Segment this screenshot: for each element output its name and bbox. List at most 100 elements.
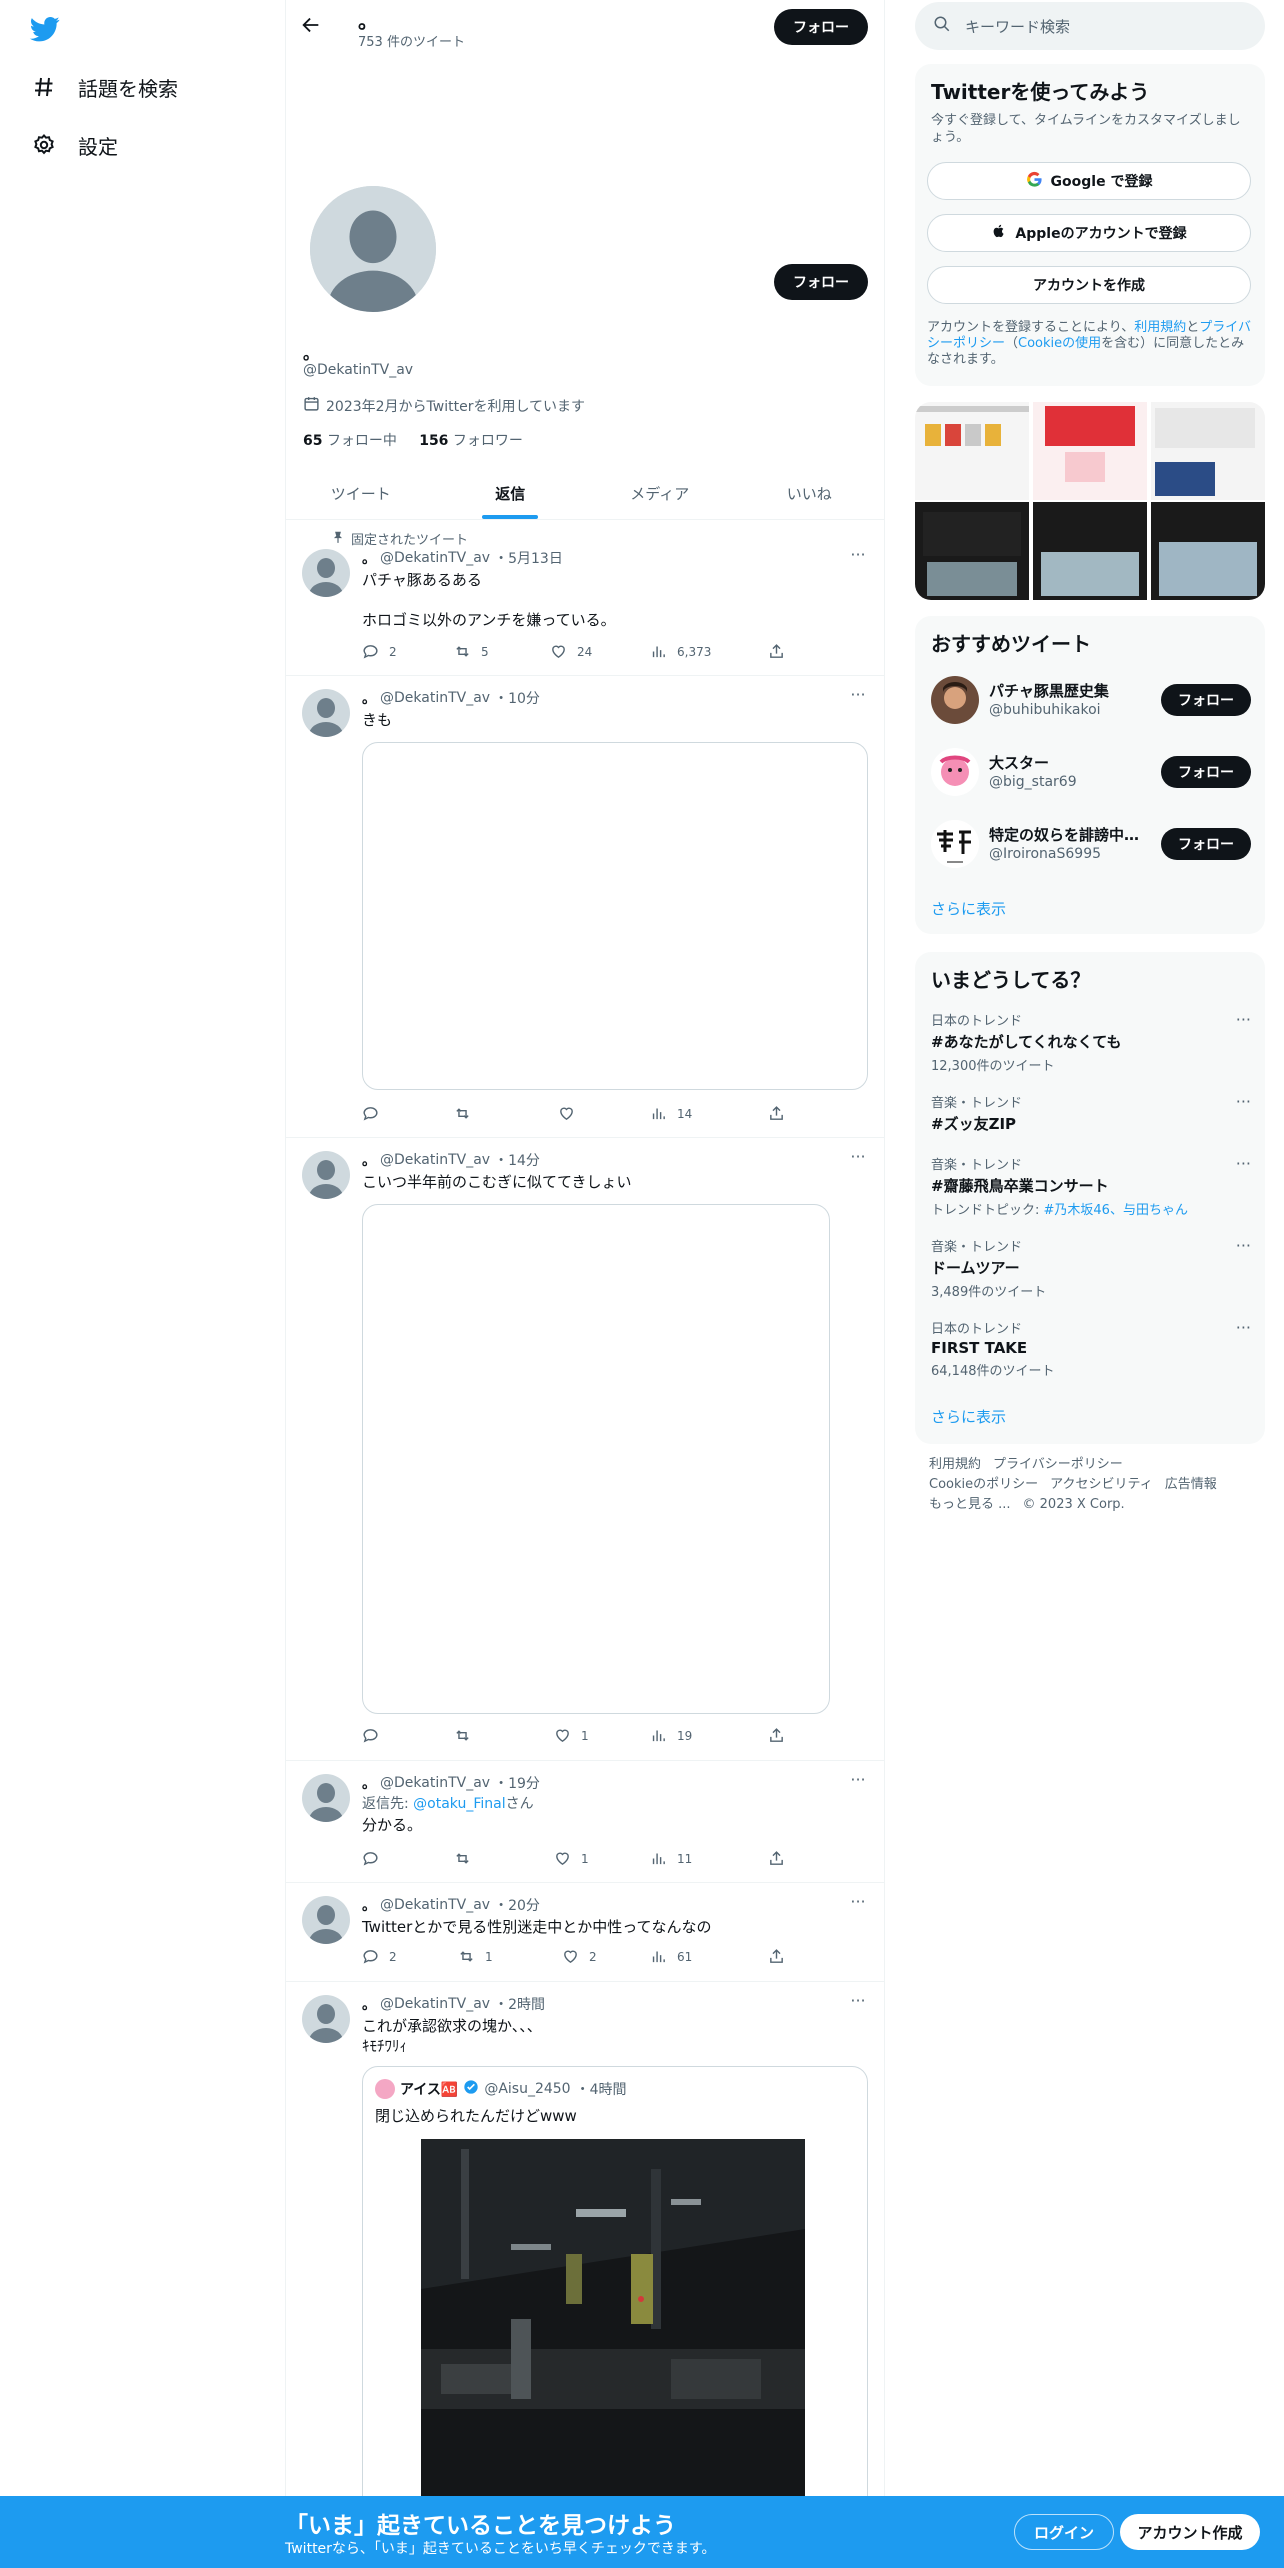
tab-media[interactable]: メディア [585,468,735,519]
tweet-avatar[interactable] [302,1774,350,1822]
tweet-media[interactable] [362,1204,830,1714]
tweet-avatar[interactable] [302,1995,350,2043]
google-signup-button[interactable]: Google で登録 [927,162,1251,200]
retweet-button[interactable] [454,1850,481,1867]
more-options-icon[interactable]: ··· [1236,1236,1251,1255]
views-button[interactable]: 6,373 [650,643,711,660]
trend-item[interactable]: 日本のトレンド #あなたがしてくれなくても 12,300件のツイート ··· [931,1010,1251,1074]
footer-privacy-link[interactable]: プライバシーポリシー [993,1457,1123,1472]
footer-more-link[interactable]: もっと見る ... [929,1497,1011,1512]
login-button[interactable]: ログイン [1014,2514,1114,2550]
like-button[interactable]: 24 [550,643,592,660]
tab-likes[interactable]: いいね [735,468,885,519]
profile-avatar[interactable] [306,182,440,316]
more-options-icon[interactable]: ··· [848,547,868,569]
more-options-icon[interactable]: ··· [1236,1318,1251,1337]
footer-terms-link[interactable]: 利用規約 [929,1457,981,1472]
share-button[interactable] [768,1727,785,1744]
follow-button[interactable]: フォロー [1161,828,1251,860]
more-options-icon[interactable]: ··· [848,1149,868,1171]
tweet-author-handle[interactable]: @DekatinTV_av [380,1152,490,1168]
tweet-avatar[interactable] [302,689,350,737]
tweet-author-name[interactable]: 。 [362,548,376,568]
followers-link[interactable]: 156 フォロワー [419,433,523,449]
tweet-avatar[interactable] [302,1896,350,1944]
cookie-link[interactable]: Cookieの使用 [1018,336,1101,351]
views-button[interactable]: 14 [650,1105,692,1122]
more-options-icon[interactable]: ··· [1236,1154,1251,1173]
share-button[interactable] [768,1948,785,1965]
retweet-button[interactable] [454,1105,481,1122]
more-options-icon[interactable]: ··· [848,1772,868,1794]
follow-button[interactable]: フォロー [1161,756,1251,788]
views-button[interactable]: 19 [650,1727,692,1744]
reply-button[interactable]: 2 [362,1948,397,1965]
tweet-author-name[interactable]: 。 [362,1150,376,1170]
follow-button[interactable]: フォロー [1161,684,1251,716]
tweet-avatar[interactable] [302,549,350,597]
signup-button[interactable]: アカウント作成 [1120,2514,1260,2550]
trend-item[interactable]: 音楽・トレンド ドームツアー 3,489件のツイート ··· [931,1236,1251,1300]
tweet-time[interactable]: ・10分 [494,688,540,708]
nav-settings[interactable]: 設定 [30,127,118,163]
retweet-button[interactable] [454,1727,481,1744]
tweet-item[interactable]: 固定されたツイート 。 @DekatinTV_av ・5月13日 ··· パチャ… [286,521,884,676]
views-button[interactable]: 61 [650,1948,692,1965]
tweet-avatar[interactable] [302,1151,350,1199]
recommended-account[interactable]: 特定の奴らを誹謗中傷する垢 @IroironaS6995 フォロー [931,820,1251,870]
like-button[interactable] [558,1105,585,1122]
media-thumbnails[interactable] [915,402,1265,600]
share-button[interactable] [768,1850,785,1867]
recommended-account[interactable]: 大スター @big_star69 フォロー [931,748,1251,798]
tweet-time[interactable]: ・19分 [494,1773,540,1793]
more-options-icon[interactable]: ··· [848,687,868,709]
footer-cookie-link[interactable]: Cookieのポリシー [929,1477,1038,1492]
reply-to-link[interactable]: @otaku_Final [413,1796,505,1812]
share-button[interactable] [768,643,785,660]
footer-accessibility-link[interactable]: アクセシビリティ [1050,1477,1153,1492]
views-button[interactable]: 11 [650,1850,692,1867]
tweet-item[interactable]: 。 @DekatinTV_av ・20分 ··· Twitterとかで見る性別迷… [286,1884,884,1982]
retweet-button[interactable]: 5 [454,643,489,660]
more-options-icon[interactable]: ··· [1236,1092,1251,1111]
nav-explore[interactable]: 話題を検索 [30,69,178,105]
tweet-author-handle[interactable]: @DekatinTV_av [380,1775,490,1791]
show-more-link[interactable]: さらに表示 [931,898,1006,919]
tweet-item[interactable]: 。 @DekatinTV_av ・10分 ··· きも 14 [286,677,884,1138]
tweet-time[interactable]: ・20分 [494,1895,540,1915]
follow-button[interactable]: フォロー [774,264,868,300]
like-button[interactable]: 1 [554,1850,589,1867]
trend-topic-link[interactable]: #乃木坂46、与田ちゃん [1044,1203,1188,1218]
search-box[interactable]: キーワード検索 [915,2,1265,50]
back-arrow-icon[interactable] [300,14,324,38]
tweet-item[interactable]: 。 @DekatinTV_av ・19分 ··· 返信先: @otaku_Fin… [286,1762,884,1883]
apple-signup-button[interactable]: Appleのアカウントで登録 [927,214,1251,252]
reply-button[interactable]: 2 [362,643,397,660]
footer-ads-link[interactable]: 広告情報 [1165,1477,1217,1492]
tweet-author-handle[interactable]: @DekatinTV_av [380,550,490,566]
twitter-logo-icon[interactable] [28,14,64,44]
retweet-button[interactable]: 1 [458,1948,493,1965]
reply-button[interactable] [362,1727,389,1744]
like-button[interactable]: 2 [562,1948,597,1965]
tweet-author-handle[interactable]: @DekatinTV_av [380,1897,490,1913]
trend-item[interactable]: 音楽・トレンド #齋藤飛鳥卒業コンサート トレンドトピック: #乃木坂46、与田… [931,1154,1251,1218]
tweet-time[interactable]: ・2時間 [494,1994,545,2014]
tweet-author-name[interactable]: 。 [362,1773,376,1793]
tweet-item[interactable]: 。 @DekatinTV_av ・14分 ··· こいつ半年前のこむぎに似ててき… [286,1139,884,1761]
reply-button[interactable] [362,1105,389,1122]
create-account-button[interactable]: アカウントを作成 [927,266,1251,304]
tab-tweets[interactable]: ツイート [286,468,436,519]
tweet-author-handle[interactable]: @DekatinTV_av [380,690,490,706]
show-more-link[interactable]: さらに表示 [931,1406,1006,1427]
share-button[interactable] [768,1105,785,1122]
tweet-time[interactable]: ・5月13日 [494,548,563,568]
terms-link[interactable]: 利用規約 [1134,320,1186,335]
more-options-icon[interactable]: ··· [1236,1010,1251,1029]
trend-item[interactable]: 日本のトレンド FIRST TAKE 64,148件のツイート ··· [931,1318,1251,1379]
reply-button[interactable] [362,1850,389,1867]
tweet-time[interactable]: ・14分 [494,1150,540,1170]
recommended-account[interactable]: パチャ豚黒歴史集 @buhibuhikakoi フォロー [931,676,1251,726]
tweet-author-name[interactable]: 。 [362,688,376,708]
tweet-author-handle[interactable]: @DekatinTV_av [380,1996,490,2012]
